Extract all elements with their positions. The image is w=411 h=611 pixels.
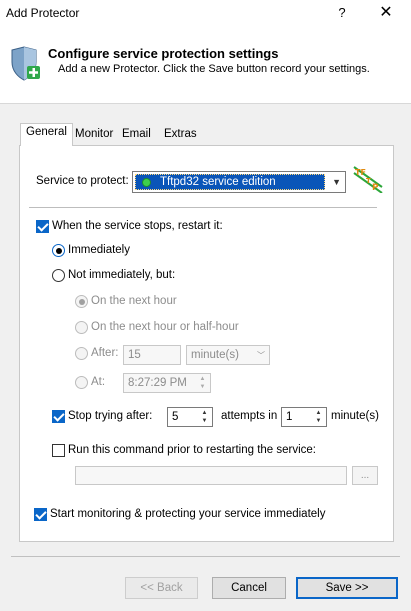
run-command-label[interactable]: Run this command prior to restarting the…	[68, 444, 316, 456]
window-title: Add Protector	[6, 6, 80, 20]
next-hour-radio[interactable]	[75, 295, 88, 308]
cancel-button[interactable]: Cancel	[212, 577, 286, 599]
save-button[interactable]: Save >>	[296, 577, 398, 599]
minutes-spinner[interactable]: ▲ ▼	[312, 409, 325, 425]
header-subtitle: Add a new Protector. Click the Save butt…	[58, 63, 370, 75]
next-hour-half-label[interactable]: On the next hour or half-hour	[91, 321, 239, 333]
not-immediately-label[interactable]: Not immediately, but:	[68, 269, 175, 281]
at-time-value: 8:27:29 PM	[128, 377, 187, 389]
spin-down-icon[interactable]: ▼	[312, 417, 325, 425]
attempts-spinner[interactable]: ▲ ▼	[198, 409, 211, 425]
restart-label[interactable]: When the service stops, restart it:	[52, 220, 223, 232]
after-unit-value: minute(s)	[191, 349, 239, 361]
close-button[interactable]: ✕	[372, 2, 400, 24]
tab-email[interactable]: Email	[117, 126, 156, 145]
after-value: 15	[128, 349, 141, 361]
at-time-picker[interactable]: 8:27:29 PM ▲ ▼	[123, 373, 211, 393]
run-command-checkbox[interactable]	[52, 444, 65, 457]
footer-separator	[11, 556, 400, 557]
not-immediately-radio[interactable]	[52, 269, 65, 282]
run-command-input[interactable]	[75, 466, 347, 485]
svg-text:T: T	[366, 177, 371, 185]
spin-up-icon[interactable]: ▲	[312, 409, 325, 417]
immediately-radio[interactable]	[52, 244, 65, 257]
chevron-down-icon[interactable]: ▼	[332, 177, 341, 187]
attempts-label: attempts in	[221, 410, 278, 422]
tab-extras[interactable]: Extras	[159, 126, 202, 145]
after-radio[interactable]	[75, 347, 88, 360]
separator	[29, 207, 377, 208]
minutes-value: 1	[286, 411, 293, 423]
spin-up-icon[interactable]: ▲	[198, 409, 211, 417]
back-button[interactable]: << Back	[125, 577, 198, 599]
spin-up-icon[interactable]: ▲	[196, 375, 209, 383]
at-radio[interactable]	[75, 376, 88, 389]
header-title: Configure service protection settings	[48, 46, 279, 61]
chevron-down-icon: ﹀	[257, 351, 265, 360]
stop-trying-label[interactable]: Stop trying after:	[68, 410, 152, 422]
after-value-stepper[interactable]: 15	[123, 345, 181, 365]
service-label: Service to protect:	[36, 175, 129, 187]
svg-text:TF: TF	[355, 168, 366, 177]
service-selected-item: Tftpd32 service edition	[135, 174, 325, 190]
attempts-stepper[interactable]: 5 ▲ ▼	[167, 407, 213, 427]
service-select[interactable]: Tftpd32 service edition ▼	[132, 171, 346, 193]
service-running-icon	[142, 178, 151, 187]
at-time-spinner[interactable]: ▲ ▼	[196, 375, 209, 391]
shield-add-icon	[8, 46, 42, 82]
help-button[interactable]: ?	[328, 2, 356, 24]
tab-monitor[interactable]: Monitor	[70, 126, 118, 145]
stop-trying-checkbox[interactable]	[52, 410, 65, 423]
service-value: Tftpd32 service edition	[160, 176, 276, 188]
restart-checkbox[interactable]	[36, 220, 49, 233]
immediately-label[interactable]: Immediately	[68, 244, 130, 256]
start-monitoring-checkbox[interactable]	[34, 508, 47, 521]
after-unit-select[interactable]: minute(s) ﹀	[186, 345, 270, 365]
start-monitoring-label[interactable]: Start monitoring & protecting your servi…	[50, 508, 325, 520]
at-label[interactable]: At:	[91, 376, 105, 388]
after-label[interactable]: After:	[91, 347, 118, 359]
minutes-stepper[interactable]: 1 ▲ ▼	[281, 407, 327, 427]
spin-down-icon[interactable]: ▼	[196, 383, 209, 391]
tftp-logo-icon: TF T P	[352, 163, 384, 194]
spin-down-icon[interactable]: ▼	[198, 417, 211, 425]
svg-text:P: P	[372, 183, 379, 193]
tab-general[interactable]: General	[20, 123, 73, 146]
next-hour-label[interactable]: On the next hour	[91, 295, 177, 307]
minutes-label: minute(s)	[331, 410, 379, 422]
next-hour-half-radio[interactable]	[75, 321, 88, 334]
attempts-value: 5	[172, 411, 179, 423]
browse-button[interactable]: ...	[352, 466, 378, 485]
